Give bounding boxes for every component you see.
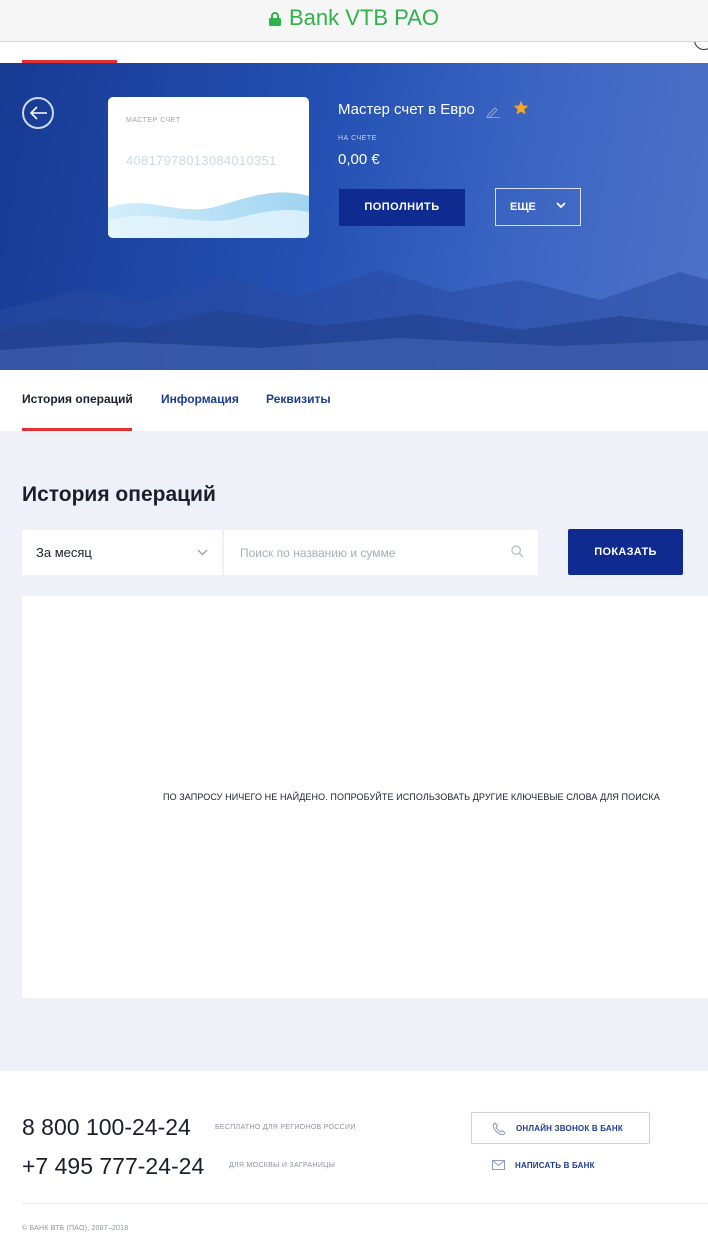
footer-divider [22, 1203, 708, 1204]
results-panel: ПО ЗАПРОСУ НИЧЕГО НЕ НАЙДЕНО. ПОПРОБУЙТЕ… [22, 596, 708, 998]
copyright: © БАНК ВТБ (ПАО), 2007–2018 [22, 1225, 129, 1232]
more-button[interactable]: ЕЩЕ [495, 188, 581, 226]
period-select-value: За месяц [36, 545, 92, 560]
phone-icon [492, 1122, 506, 1136]
tab-requisites[interactable]: Реквизиты [266, 392, 331, 406]
url-display[interactable]: Bank VTB PAO [0, 5, 708, 31]
browser-address-bar: Bank VTB PAO [0, 0, 708, 42]
account-title: Мастер счет в Евро [338, 101, 475, 118]
balance-label: НА СЧЕТЕ [338, 135, 377, 142]
empty-results-message: ПО ЗАПРОСУ НИЧЕГО НЕ НАЙДЕНО. ПОПРОБУЙТЕ… [163, 792, 660, 802]
card-number: 40817978013084010351 [126, 153, 277, 168]
mountains-background [0, 270, 708, 370]
back-button[interactable] [22, 97, 54, 129]
chevron-down-icon [556, 202, 566, 209]
topup-button[interactable]: ПОПОЛНИТЬ [339, 189, 465, 226]
section-title: История операций [22, 483, 216, 506]
account-hero: МАСТЕР СЧЕТ 40817978013084010351 Мастер … [0, 63, 708, 370]
page-footer: 8 800 100-24-24 БЕСПЛАТНО ДЛЯ РЕГИОНОВ Р… [0, 1071, 708, 1246]
tab-active-indicator [22, 428, 132, 431]
lock-icon [269, 12, 281, 26]
account-card: МАСТЕР СЧЕТ 40817978013084010351 [108, 97, 309, 238]
url-text: Bank VTB PAO [289, 5, 439, 30]
tab-information[interactable]: Информация [161, 392, 239, 406]
chevron-down-icon [197, 549, 208, 556]
period-select[interactable]: За месяц [22, 530, 222, 575]
search-icon[interactable] [511, 545, 524, 558]
tab-history[interactable]: История операций [22, 392, 133, 406]
account-tabs: История операций Информация Реквизиты [0, 370, 708, 431]
top-navigation [0, 42, 708, 63]
show-button[interactable]: ПОКАЗАТЬ [568, 529, 683, 575]
arrow-left-icon [30, 106, 47, 120]
phone-moscow[interactable]: +7 495 777-24-24 [22, 1153, 204, 1180]
more-button-label: ЕЩЕ [510, 201, 536, 213]
user-icon[interactable] [694, 42, 708, 50]
card-wave-decoration [108, 192, 309, 238]
phone-russia[interactable]: 8 800 100-24-24 [22, 1114, 191, 1141]
phone-russia-note: БЕСПЛАТНО ДЛЯ РЕГИОНОВ РОССИИ [215, 1124, 356, 1131]
balance-amount: 0,00 € [338, 151, 380, 168]
envelope-icon [492, 1160, 505, 1170]
online-call-button[interactable]: ОНЛАЙН ЗВОНОК В БАНК [471, 1112, 650, 1144]
card-label: МАСТЕР СЧЕТ [126, 117, 181, 124]
star-icon[interactable] [513, 100, 529, 115]
online-call-label: ОНЛАЙН ЗВОНОК В БАНК [516, 1124, 623, 1133]
pencil-icon[interactable] [486, 105, 500, 118]
phone-moscow-note: ДЛЯ МОСКВЫ И ЗАГРАНИЦЫ [229, 1162, 336, 1169]
write-to-bank-label: НАПИСАТЬ В БАНК [515, 1161, 595, 1170]
search-input[interactable] [224, 530, 538, 575]
